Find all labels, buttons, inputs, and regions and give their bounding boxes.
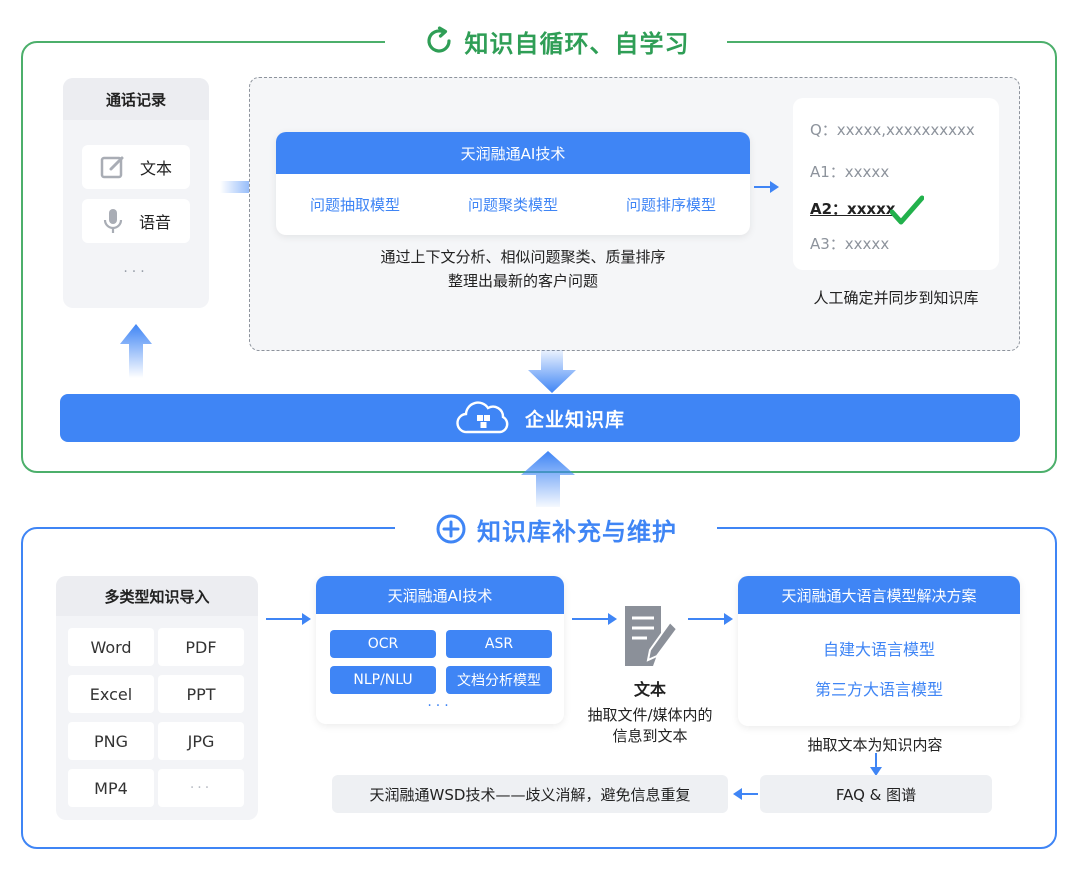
kb-maintenance-title: 知识库补充与维护 <box>395 508 717 550</box>
document-edit-icon <box>625 606 679 666</box>
import-type-more: ··· <box>158 769 244 807</box>
self-learning-title: 知识自循环、自学习 <box>385 20 727 62</box>
tech-pill-doc-analysis: 文档分析模型 <box>446 666 552 694</box>
tech-pill-asr: ASR <box>446 630 552 658</box>
tech-pill-nlp: NLP/NLU <box>330 666 436 694</box>
section-title-text: 知识库补充与维护 <box>477 517 677 546</box>
import-type-png: PNG <box>68 722 154 760</box>
ai-caption: 通过上下文分析、相似问题聚类、质量排序 整理出最新的客户问题 <box>380 248 666 290</box>
llm-solution-title: 天润融通大语言模型解决方案 <box>738 576 1020 614</box>
import-type-ppt: PPT <box>158 675 244 713</box>
qa-question: Q：xxxxx,xxxxxxxxxx <box>810 121 975 139</box>
tech-pill-ocr: OCR <box>330 630 436 658</box>
text-node-label: 文本 <box>633 680 666 699</box>
cloud-database-icon <box>456 401 509 434</box>
flow-arrow-left <box>733 788 758 800</box>
qa-answer-1: A1：xxxxx <box>810 163 890 181</box>
call-record-voice-item: 语音 <box>82 199 190 243</box>
wsd-technology-bar: 天润融通WSD技术——歧义消解，避免信息重复 <box>332 775 728 813</box>
plus-circle-icon <box>436 514 466 544</box>
import-type-mp4: MP4 <box>68 769 154 807</box>
flow-arrow-right <box>754 181 779 193</box>
ai-tech-card-title: 天润融通AI技术 <box>316 576 564 614</box>
flow-arrow-right <box>572 613 617 625</box>
section-title-text: 知识自循环、自学习 <box>464 29 690 58</box>
call-records-title: 通话记录 <box>63 78 209 120</box>
flow-arrow-right <box>688 613 733 625</box>
ai-tech-card-title: 天润融通AI技术 <box>276 132 750 174</box>
microphone-icon <box>103 209 123 233</box>
model-question-clustering: 问题聚类模型 <box>467 196 558 214</box>
edit-icon <box>100 156 124 179</box>
import-type-word: Word <box>68 628 154 666</box>
qa-answer-2-selected: A2：xxxxx <box>810 200 896 218</box>
ai-tech-more: ··· <box>427 698 453 714</box>
checkmark-icon <box>890 195 924 225</box>
flow-arrow-down <box>528 350 576 393</box>
call-records-more: ··· <box>123 264 149 280</box>
import-type-excel: Excel <box>68 675 154 713</box>
refresh-cycle-icon <box>426 26 451 53</box>
faq-graph-box: FAQ & 图谱 <box>760 775 992 813</box>
llm-self-built: 自建大语言模型 <box>822 640 935 659</box>
qa-answer-3: A3：xxxxx <box>810 235 890 253</box>
ai-tech-card-top: 天润融通AI技术 问题抽取模型 问题聚类模型 问题排序模型 <box>276 132 750 235</box>
flow-arrow-up <box>120 324 152 378</box>
import-type-jpg: JPG <box>158 722 244 760</box>
flow-arrow-up <box>521 451 575 507</box>
model-question-extraction: 问题抽取模型 <box>309 196 400 214</box>
model-question-ranking: 问题排序模型 <box>625 196 716 214</box>
import-type-pdf: PDF <box>158 628 244 666</box>
qa-caption: 人工确定并同步到知识库 <box>813 289 979 307</box>
knowledge-import-title: 多类型知识导入 <box>56 576 258 616</box>
call-record-text-item: 文本 <box>82 145 190 189</box>
enterprise-knowledge-base: 企业知识库 <box>60 394 1020 442</box>
flow-arrow-right <box>266 613 311 625</box>
llm-third-party: 第三方大语言模型 <box>814 680 943 699</box>
text-node-caption: 抽取文件/媒体内的 信息到文本 <box>587 706 713 745</box>
flow-arrow-down <box>870 753 882 776</box>
